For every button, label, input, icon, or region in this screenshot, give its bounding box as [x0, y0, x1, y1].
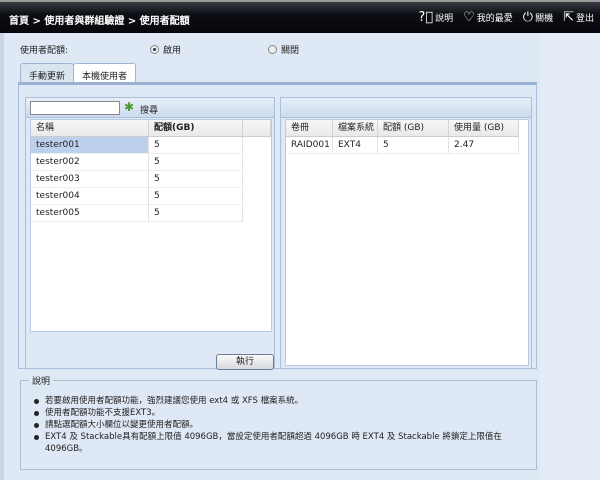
- description-box: 說明 若要啟用使用者配額功能，強烈建議您使用 ext4 或 XFS 檔案系統。 …: [20, 374, 537, 470]
- cell-name: tester004: [31, 188, 149, 205]
- radio-unchecked-icon: [268, 45, 277, 54]
- cell-quota: 5: [378, 137, 449, 154]
- cell-volume: RAID001: [286, 137, 333, 154]
- cell-name: tester001: [31, 137, 149, 154]
- search-label[interactable]: 搜尋: [140, 103, 158, 116]
- column-header-used[interactable]: 使用量 (GB): [449, 120, 519, 137]
- radio-checked-icon: [150, 45, 159, 54]
- column-header-spacer: [243, 120, 271, 137]
- description-item: EXT4 及 Stackable具有配額上限值 4096GB，當設定使用者配額超…: [33, 431, 528, 455]
- column-header-volume[interactable]: 卷冊: [286, 120, 333, 137]
- cell-quota[interactable]: 5: [149, 171, 243, 188]
- quota-label: 使用者配額:: [20, 46, 69, 56]
- right-area: [540, 33, 600, 480]
- cell-name: tester002: [31, 154, 149, 171]
- radio-disable[interactable]: 關閉: [268, 43, 299, 56]
- table-row[interactable]: tester004 5: [31, 188, 271, 205]
- cell-quota[interactable]: 5: [149, 188, 243, 205]
- table-row[interactable]: tester001 5: [31, 137, 271, 154]
- column-header-quota[interactable]: 配額(GB): [149, 120, 243, 137]
- volume-table: 卷冊 檔案系統 配額 (GB) 使用量 (GB) RAID001 EXT4 5 2.47: [285, 119, 529, 366]
- breadcrumb[interactable]: 首頁 > 使用者與群組驗證 > 使用者配額: [9, 12, 190, 27]
- column-header-filesystem[interactable]: 檔案系統: [333, 120, 378, 137]
- cell-used: 2.47: [449, 137, 519, 154]
- top-bar: 首頁 > 使用者與群組驗證 > 使用者配額 ?⃝ 說明 ♡ 我的最愛 ⏻ 關機 ⇱ 登出: [0, 0, 600, 33]
- question-icon: ?⃝: [418, 10, 434, 25]
- favorites-button[interactable]: ♡ 我的最愛: [463, 10, 513, 25]
- table-row[interactable]: tester005 5: [31, 205, 271, 222]
- left-edge: [0, 33, 4, 480]
- table-row[interactable]: tester003 5: [31, 171, 271, 188]
- cell-filesystem: EXT4: [333, 137, 378, 154]
- table-row[interactable]: RAID001 EXT4 5 2.47: [286, 137, 528, 154]
- cell-quota[interactable]: 5: [149, 205, 243, 222]
- cell-name: tester005: [31, 205, 149, 222]
- logout-button[interactable]: ⇱ 登出: [563, 10, 594, 25]
- description-title: 說明: [29, 374, 54, 387]
- apply-button[interactable]: 執行: [216, 354, 274, 370]
- logout-icon: ⇱: [563, 10, 574, 25]
- heart-icon: ♡: [463, 10, 475, 25]
- main-panel: ✱ 搜尋 名稱 配額(GB) tester001 5 tester002 5 tester…: [18, 82, 537, 370]
- volume-panel: 卷冊 檔案系統 配額 (GB) 使用量 (GB) RAID001 EXT4 5 2.47: [280, 97, 532, 369]
- user-quota-panel: ✱ 搜尋 名稱 配額(GB) tester001 5 tester002 5 tester…: [25, 97, 275, 370]
- search-input[interactable]: [30, 101, 120, 115]
- tab-local-users[interactable]: 本機使用者: [73, 63, 137, 83]
- radio-enable[interactable]: 啟用: [150, 43, 181, 56]
- column-header-name[interactable]: 名稱: [31, 120, 149, 137]
- description-item: 若要啟用使用者配額功能，強烈建議您使用 ext4 或 XFS 檔案系統。: [33, 395, 528, 407]
- description-item: 使用者配額功能不支援EXT3。: [33, 407, 528, 419]
- cell-quota[interactable]: 5: [149, 154, 243, 171]
- help-button[interactable]: ?⃝ 說明: [418, 10, 453, 25]
- cell-quota[interactable]: 5: [149, 137, 243, 154]
- search-icon[interactable]: ✱: [124, 100, 134, 114]
- shutdown-button[interactable]: ⏻ 關機: [523, 10, 553, 25]
- cell-name: tester003: [31, 171, 149, 188]
- description-item: 請點選配額大小欄位以變更使用者配額。: [33, 419, 528, 431]
- column-header-quota[interactable]: 配額 (GB): [378, 120, 449, 137]
- user-table: 名稱 配額(GB) tester001 5 tester002 5 tester003 5 t…: [30, 119, 272, 332]
- power-icon: ⏻: [522, 10, 534, 25]
- tab-manual-update[interactable]: 手動更新: [20, 63, 75, 83]
- table-row[interactable]: tester002 5: [31, 154, 271, 171]
